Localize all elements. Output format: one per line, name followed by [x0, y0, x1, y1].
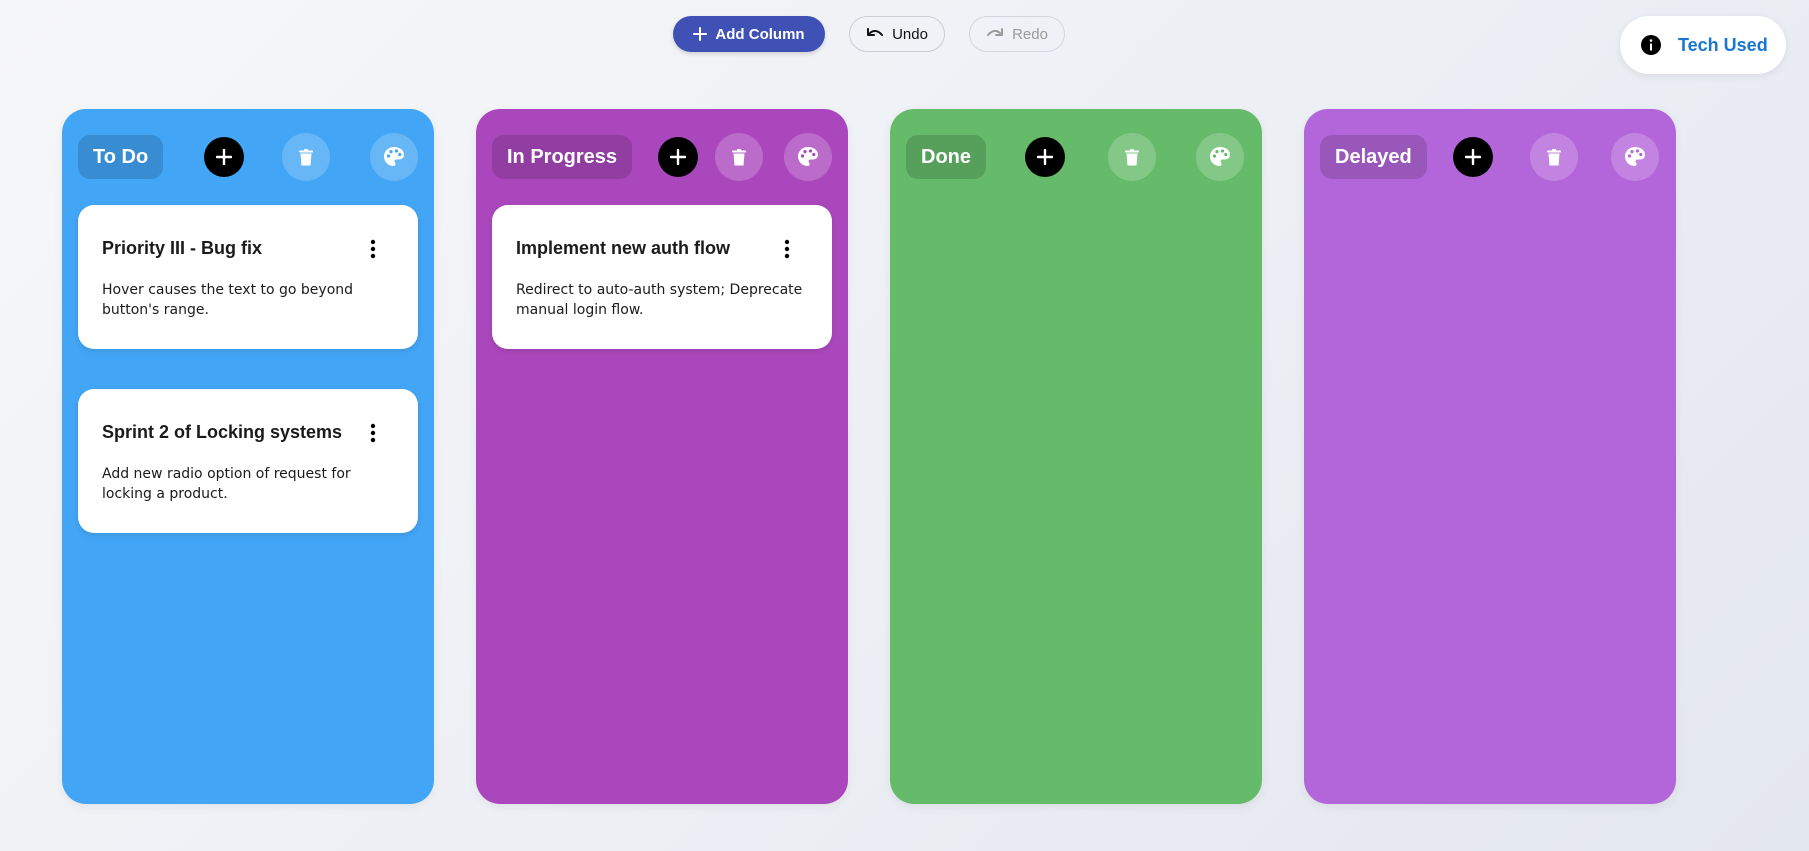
card-title: Implement new auth flow: [516, 238, 731, 258]
column-title[interactable]: To Do: [78, 135, 164, 179]
add-column-label: Add Column: [715, 25, 805, 43]
more-vertical-icon: [370, 239, 376, 259]
trash-icon: [1125, 148, 1139, 165]
more-vertical-icon: [370, 423, 376, 443]
add-card-button[interactable]: [658, 137, 698, 177]
plus-icon: [216, 149, 232, 165]
delete-column-button[interactable]: [282, 133, 330, 181]
column-title[interactable]: Delayed: [1320, 135, 1427, 179]
card-description: Redirect to auto-auth system; Deprecate …: [516, 282, 803, 318]
delete-column-button[interactable]: [715, 133, 763, 181]
more-vertical-icon: [784, 239, 790, 259]
redo-icon: [987, 28, 1004, 36]
tech-used-label: Tech Used: [1678, 34, 1768, 55]
card-menu-button[interactable]: [366, 421, 380, 445]
redo-button[interactable]: Redo: [969, 16, 1065, 52]
change-color-button[interactable]: [370, 133, 418, 181]
palette-icon: [1625, 147, 1645, 166]
column-title[interactable]: Done: [906, 135, 986, 179]
trash-icon: [299, 148, 313, 165]
undo-icon: [867, 28, 884, 36]
palette-icon: [1210, 147, 1230, 166]
redo-label: Redo: [1012, 25, 1048, 43]
add-card-button[interactable]: [1453, 137, 1493, 177]
card-description: Add new radio option of request for lock…: [102, 466, 351, 502]
card-menu-button[interactable]: [780, 237, 794, 261]
tech-used-button[interactable]: Tech Used: [1620, 16, 1786, 74]
add-column-button[interactable]: Add Column: [673, 16, 825, 52]
card-title: Priority III - Bug fix: [102, 238, 263, 258]
column-delayed: Delayed: [1304, 109, 1676, 804]
card-menu-button[interactable]: [366, 237, 380, 261]
palette-icon: [798, 147, 818, 166]
change-color-button[interactable]: [1196, 133, 1244, 181]
undo-label: Undo: [892, 25, 928, 43]
plus-icon: [1465, 149, 1481, 165]
plus-icon: [1037, 149, 1053, 165]
column-in-progress: In Progress Implement new auth flow Redi…: [476, 109, 848, 804]
delete-column-button[interactable]: [1108, 133, 1156, 181]
task-card[interactable]: Priority III - Bug fix Hover causes the …: [78, 205, 418, 349]
card-description: Hover causes the text to go beyond butto…: [102, 282, 354, 318]
card-title: Sprint 2 of Locking systems: [102, 422, 343, 442]
add-card-button[interactable]: [204, 137, 244, 177]
column-todo: To Do Priority III - Bug fix Hover cause…: [62, 109, 434, 804]
add-card-button[interactable]: [1025, 137, 1065, 177]
delete-column-button[interactable]: [1530, 133, 1578, 181]
column-title[interactable]: In Progress: [492, 135, 633, 179]
palette-icon: [384, 147, 404, 166]
change-color-button[interactable]: [1611, 133, 1659, 181]
undo-button[interactable]: Undo: [849, 16, 945, 52]
info-icon: [1641, 35, 1661, 55]
plus-icon: [670, 149, 686, 165]
plus-icon: [693, 27, 708, 41]
trash-icon: [732, 148, 746, 165]
change-color-button[interactable]: [784, 133, 832, 181]
trash-icon: [1547, 148, 1561, 165]
column-done: Done: [890, 109, 1262, 804]
task-card[interactable]: Sprint 2 of Locking systems Add new radi…: [78, 389, 418, 533]
task-card[interactable]: Implement new auth flow Redirect to auto…: [492, 205, 832, 349]
